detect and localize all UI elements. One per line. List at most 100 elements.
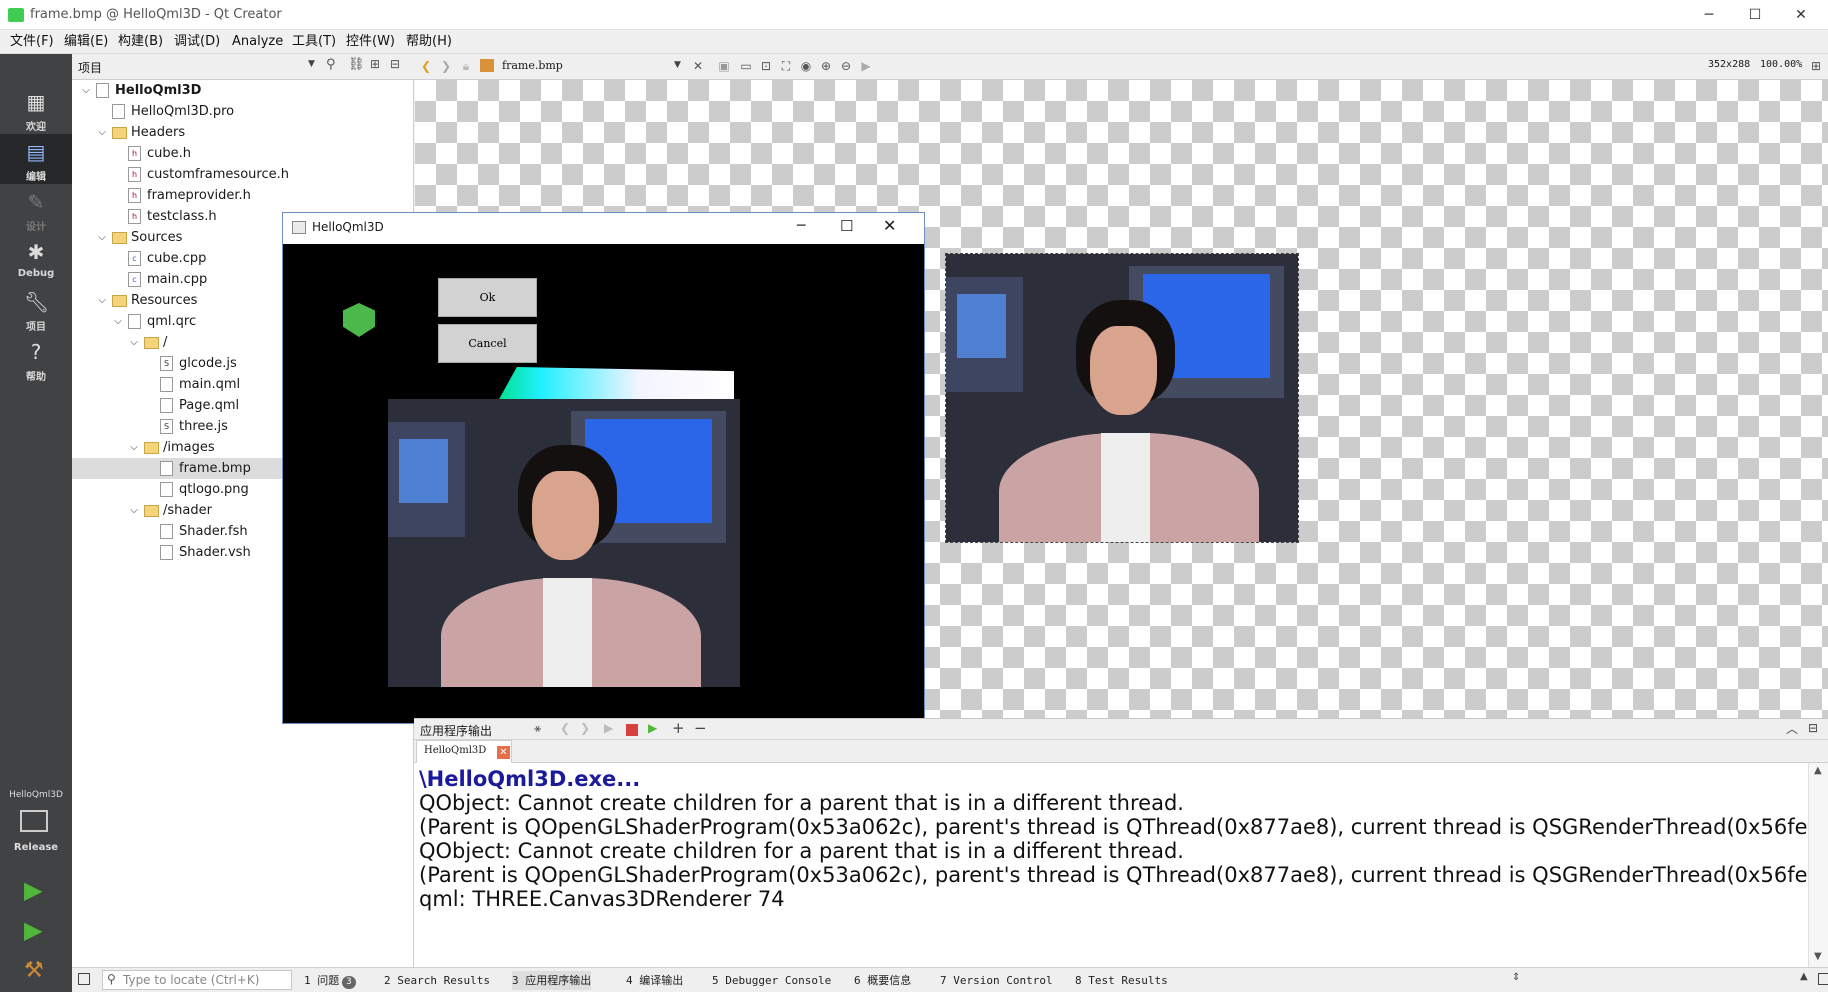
open-document-name[interactable]: frame.bmp bbox=[502, 59, 563, 72]
zoom-in-output-icon[interactable]: + bbox=[672, 719, 685, 737]
folder-icon bbox=[144, 442, 159, 454]
document-dropdown-icon[interactable]: ▼ bbox=[674, 60, 681, 70]
expand-arrow-icon[interactable]: ⌵ bbox=[96, 227, 108, 248]
popup-minimize-button[interactable]: ─ bbox=[797, 218, 805, 234]
stop-icon[interactable] bbox=[626, 724, 638, 736]
zoom-out-icon[interactable]: ⊖ bbox=[838, 58, 854, 74]
output-scrollbar[interactable]: ▲ ▼ bbox=[1808, 763, 1828, 967]
close-document-icon[interactable]: ✕ bbox=[690, 58, 706, 74]
tree-item-label: HelloQml3D bbox=[115, 83, 202, 98]
maximize-button[interactable]: ☐ bbox=[1732, 0, 1778, 30]
filter-icon[interactable]: ⚲ bbox=[326, 57, 336, 72]
expand-arrow-icon[interactable]: ⌵ bbox=[128, 437, 140, 458]
close-tab-icon[interactable]: ✕ bbox=[497, 746, 510, 759]
debug-attach-icon[interactable]: ▶ bbox=[648, 721, 657, 735]
menu-analyze[interactable]: Analyze bbox=[232, 30, 283, 54]
show-output-icon[interactable]: ▲ bbox=[1800, 971, 1808, 982]
mode-welcome[interactable]: ▦ 欢迎 bbox=[0, 84, 72, 134]
tree-item[interactable]: h frameprovider.h bbox=[72, 185, 413, 206]
mode-design[interactable]: ✎ 设计 bbox=[0, 184, 72, 234]
popup-close-button[interactable]: ✕ bbox=[883, 216, 896, 235]
expand-arrow-icon[interactable]: ⌵ bbox=[80, 80, 92, 101]
popup-maximize-button[interactable]: ☐ bbox=[840, 217, 853, 235]
mode-projects[interactable]: 🔧︎ 项目 bbox=[0, 284, 72, 334]
menu-tools[interactable]: 工具(T) bbox=[292, 30, 336, 54]
output-pane-tab[interactable]: 8 Test Results bbox=[1075, 971, 1168, 990]
split-editor-icon[interactable]: ⊞ bbox=[1808, 58, 1824, 74]
tree-item-label: qtlogo.png bbox=[179, 482, 249, 497]
background-icon[interactable]: ▭ bbox=[738, 58, 754, 74]
forward-arrow-icon[interactable]: ❯ bbox=[438, 58, 454, 74]
image-size-label: 352x288 bbox=[1708, 59, 1751, 70]
close-pane-icon[interactable]: ⊟ bbox=[390, 57, 400, 71]
h-file-icon: h bbox=[128, 188, 141, 203]
close-button[interactable]: ✕ bbox=[1778, 0, 1824, 30]
menu-widgets[interactable]: 控件(W) bbox=[346, 30, 395, 54]
tree-item[interactable]: h cube.h bbox=[72, 143, 413, 164]
link-icon[interactable]: ⛓ bbox=[348, 57, 365, 72]
play-animation-icon[interactable]: ▶ bbox=[858, 58, 874, 74]
kit-selector-monitor-icon[interactable] bbox=[20, 810, 48, 832]
application-output-text[interactable]: \HelloQml3D.exe... QObject: Cannot create… bbox=[414, 763, 1828, 967]
output-pane-tab[interactable]: 2 Search Results bbox=[384, 971, 490, 990]
img-file-icon bbox=[160, 461, 173, 476]
menu-edit[interactable]: 编辑(E) bbox=[64, 30, 108, 54]
prev-icon[interactable]: ❮ bbox=[560, 721, 570, 735]
mode-help-label: 帮助 bbox=[26, 372, 46, 383]
output-pane-tab[interactable]: 7 Version Control bbox=[940, 971, 1053, 990]
scroll-up-icon[interactable]: ▲ bbox=[1814, 765, 1822, 776]
popup-title-bar: HelloQml3D ─ ☐ ✕ bbox=[283, 213, 924, 244]
toggle-right-sidebar-icon[interactable] bbox=[1818, 973, 1828, 985]
mode-edit[interactable]: ▤ 编辑 bbox=[0, 134, 72, 184]
menu-file[interactable]: 文件(F) bbox=[10, 30, 54, 54]
back-arrow-icon[interactable]: ❮ bbox=[418, 58, 434, 74]
output-pane-tab[interactable]: 4 编译输出 bbox=[626, 971, 683, 990]
expand-arrow-icon[interactable]: ⌵ bbox=[128, 332, 140, 353]
next-icon[interactable]: ❯ bbox=[580, 721, 590, 735]
ok-button[interactable]: Ok bbox=[438, 278, 537, 317]
menu-help[interactable]: 帮助(H) bbox=[406, 30, 452, 54]
output-pane-tab[interactable]: 3 应用程序输出 bbox=[512, 971, 592, 990]
expand-arrow-icon[interactable]: ⌵ bbox=[112, 311, 124, 332]
lock-icon[interactable]: 🔒︎ bbox=[458, 58, 474, 74]
tree-item[interactable]: HelloQml3D.pro bbox=[72, 101, 413, 122]
rerun-icon[interactable]: ▶ bbox=[604, 721, 613, 735]
eye-icon[interactable]: ◉ bbox=[798, 58, 814, 74]
mode-debug[interactable]: ✱ Debug bbox=[0, 234, 72, 284]
output-tab-helloqml3d[interactable]: HelloQml3D ✕ bbox=[416, 740, 512, 763]
tree-item[interactable]: h customframesource.h bbox=[72, 164, 413, 185]
hello-qml3d-window: HelloQml3D ─ ☐ ✕ Ok Cancel bbox=[282, 212, 925, 724]
more-tabs-icon[interactable]: ⇕ bbox=[1512, 972, 1520, 983]
output-pane-tab[interactable]: 1 问题 3 bbox=[304, 971, 356, 990]
menu-build[interactable]: 构建(B) bbox=[118, 30, 163, 54]
outline-icon[interactable]: ⊡ bbox=[758, 58, 774, 74]
maximize-pane-icon[interactable]: ︿ bbox=[1786, 720, 1798, 737]
zoom-in-icon[interactable]: ⊕ bbox=[818, 58, 834, 74]
split-icon[interactable]: ⊞ bbox=[370, 57, 380, 71]
locator-input[interactable]: ⚲ Type to locate (Ctrl+K) bbox=[102, 970, 292, 990]
export-icon[interactable]: ▣ bbox=[716, 58, 732, 74]
tree-item[interactable]: ⌵ HelloQml3D bbox=[72, 80, 413, 101]
mode-help[interactable]: ? 帮助 bbox=[0, 334, 72, 384]
menu-debug[interactable]: 调试(D) bbox=[174, 30, 220, 54]
expand-arrow-icon[interactable]: ⌵ bbox=[96, 290, 108, 311]
run-icon[interactable]: ▶ bbox=[24, 876, 42, 904]
output-pane-tab[interactable]: 6 概要信息 bbox=[854, 971, 911, 990]
build-hammer-icon[interactable]: ⚒ bbox=[24, 958, 44, 983]
zoom-out-output-icon[interactable]: − bbox=[694, 719, 707, 737]
project-view-dropdown-icon[interactable]: ▼ bbox=[308, 59, 315, 69]
tree-item[interactable]: ⌵ Headers bbox=[72, 122, 413, 143]
expand-arrow-icon[interactable]: ⌵ bbox=[128, 500, 140, 521]
fit-to-screen-icon[interactable]: ⛶ bbox=[778, 58, 794, 74]
toggle-sidebar-icon[interactable] bbox=[78, 973, 90, 985]
minimize-button[interactable]: ─ bbox=[1686, 0, 1732, 30]
folder-icon bbox=[144, 505, 159, 517]
debug-run-icon[interactable]: ▶ bbox=[24, 916, 42, 944]
cancel-button[interactable]: Cancel bbox=[438, 324, 537, 363]
attach-icon[interactable]: ⚹ bbox=[534, 721, 541, 736]
project-pane-header: 项目 ▼ ⚲ ⛓ ⊞ ⊟ bbox=[72, 54, 414, 80]
expand-arrow-icon[interactable]: ⌵ bbox=[96, 122, 108, 143]
close-output-pane-icon[interactable]: ⊟ bbox=[1808, 721, 1818, 735]
scroll-down-icon[interactable]: ▼ bbox=[1814, 951, 1822, 962]
output-pane-tab[interactable]: 5 Debugger Console bbox=[712, 971, 831, 990]
